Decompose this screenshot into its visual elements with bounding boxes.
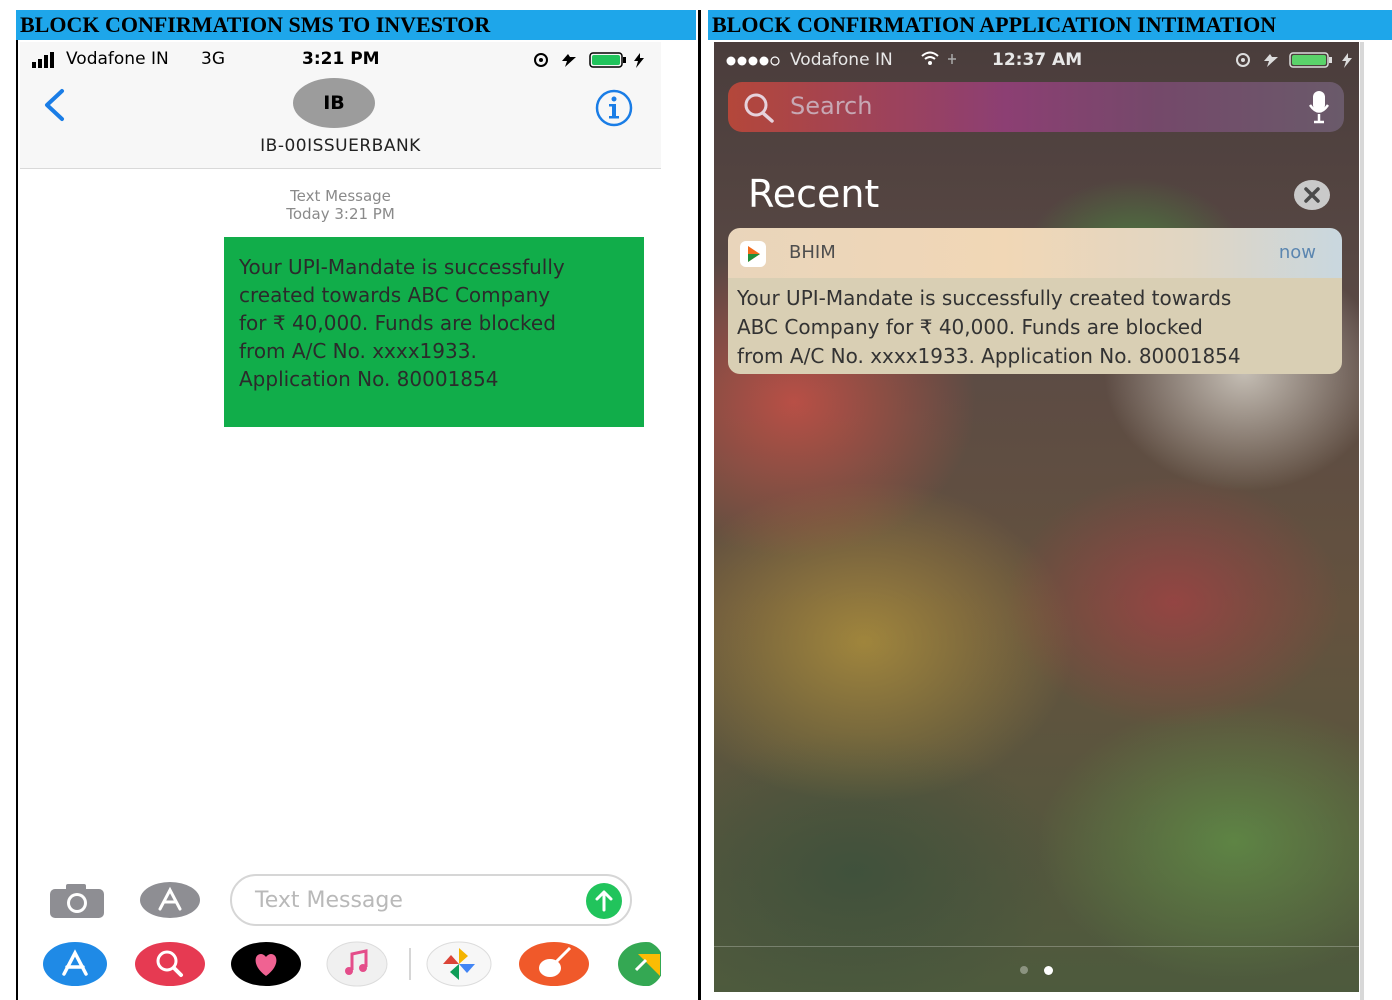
sms-message-bubble[interactable]: Your UPI-Mandate is successfully created… bbox=[224, 237, 644, 427]
search-placeholder: Search bbox=[790, 92, 873, 120]
signal-dots-icon bbox=[726, 56, 780, 66]
carrier-label: Vodafone IN bbox=[790, 50, 893, 70]
dock-separator bbox=[714, 946, 1359, 947]
sender-id: IB-00ISSUERBANK bbox=[260, 136, 421, 156]
message-type-label: Text Message bbox=[290, 187, 391, 205]
bhim-notification-card[interactable]: BHIM now Your UPI-Mandate is successfull… bbox=[728, 228, 1342, 374]
message-line: Application No. 80001854 bbox=[239, 367, 499, 391]
page-dot[interactable] bbox=[1020, 966, 1028, 974]
digital-touch-heart-icon[interactable] bbox=[230, 940, 302, 988]
search-images-icon[interactable] bbox=[134, 940, 206, 988]
tray-divider bbox=[409, 948, 411, 980]
arrow-up-icon bbox=[595, 890, 613, 912]
carrier-label: Vodafone IN bbox=[66, 49, 169, 69]
network-label: 3G bbox=[201, 49, 225, 69]
status-icons bbox=[1236, 52, 1352, 68]
music-icon[interactable] bbox=[326, 940, 388, 988]
notification-line: Your UPI-Mandate is successfully created… bbox=[737, 286, 1232, 310]
notification-line: from A/C No. xxxx1933. Application No. 8… bbox=[737, 344, 1241, 368]
status-time: 12:37 AM bbox=[992, 50, 1083, 70]
imessage-app-drawer bbox=[20, 932, 661, 1000]
notification-header: BHIM now bbox=[728, 228, 1342, 278]
notification-app-name: BHIM bbox=[789, 242, 836, 263]
search-icon bbox=[744, 93, 774, 123]
recent-section-title: Recent bbox=[748, 172, 880, 216]
maps-icon[interactable] bbox=[616, 940, 661, 988]
message-line: from A/C No. xxxx1933. bbox=[239, 339, 477, 363]
app-store-apps-icon[interactable] bbox=[138, 880, 202, 920]
conversation-header: Vodafone IN 3G 3:21 PM IB IB-00ISSUERBAN… bbox=[20, 42, 661, 169]
message-compose-field[interactable]: Text Message bbox=[230, 874, 632, 926]
left-panel-header: BLOCK CONFIRMATION SMS TO INVESTOR bbox=[16, 10, 696, 40]
page-dot-active[interactable] bbox=[1044, 966, 1053, 975]
clear-notifications-button[interactable] bbox=[1294, 180, 1330, 210]
app-store-icon[interactable] bbox=[42, 940, 108, 988]
message-line: Your UPI-Mandate is successfully bbox=[239, 255, 565, 279]
bhim-app-icon bbox=[740, 241, 766, 267]
signal-bars-icon bbox=[32, 52, 54, 68]
send-button[interactable] bbox=[586, 883, 622, 919]
wifi-icon bbox=[921, 51, 956, 65]
camera-icon[interactable] bbox=[48, 882, 106, 920]
contact-avatar[interactable]: IB bbox=[293, 78, 375, 128]
message-line: created towards ABC Company bbox=[239, 283, 551, 307]
photos-pinwheel-icon[interactable] bbox=[426, 940, 492, 988]
search-bar[interactable]: Search bbox=[728, 82, 1344, 132]
garageband-guitar-icon[interactable] bbox=[518, 940, 590, 988]
notification-line: ABC Company for ₹ 40,000. Funds are bloc… bbox=[737, 315, 1203, 339]
message-line: for ₹ 40,000. Funds are blocked bbox=[239, 311, 556, 335]
close-icon bbox=[1304, 187, 1320, 203]
notification-time: now bbox=[1278, 242, 1316, 263]
left-border bbox=[16, 40, 18, 1000]
status-time: 3:21 PM bbox=[302, 49, 380, 69]
message-timestamp: Today 3:21 PM bbox=[286, 205, 395, 223]
compose-placeholder: Text Message bbox=[255, 888, 403, 913]
status-icons bbox=[534, 52, 644, 68]
sms-screen: Vodafone IN 3G 3:21 PM IB IB-00ISSUERBAN… bbox=[20, 42, 661, 1000]
back-chevron-icon[interactable] bbox=[42, 88, 66, 122]
panel-divider bbox=[698, 10, 701, 1000]
notification-body: Your UPI-Mandate is successfully created… bbox=[728, 278, 1342, 374]
microphone-icon[interactable] bbox=[1308, 90, 1330, 126]
right-panel-header: BLOCK CONFIRMATION APPLICATION INTIMATIO… bbox=[708, 10, 1392, 40]
info-icon[interactable] bbox=[594, 88, 634, 128]
right-edge bbox=[1360, 42, 1364, 1000]
lockscreen-notification-screen: Vodafone IN 12:37 AM Search Recent BHIM … bbox=[714, 42, 1359, 992]
